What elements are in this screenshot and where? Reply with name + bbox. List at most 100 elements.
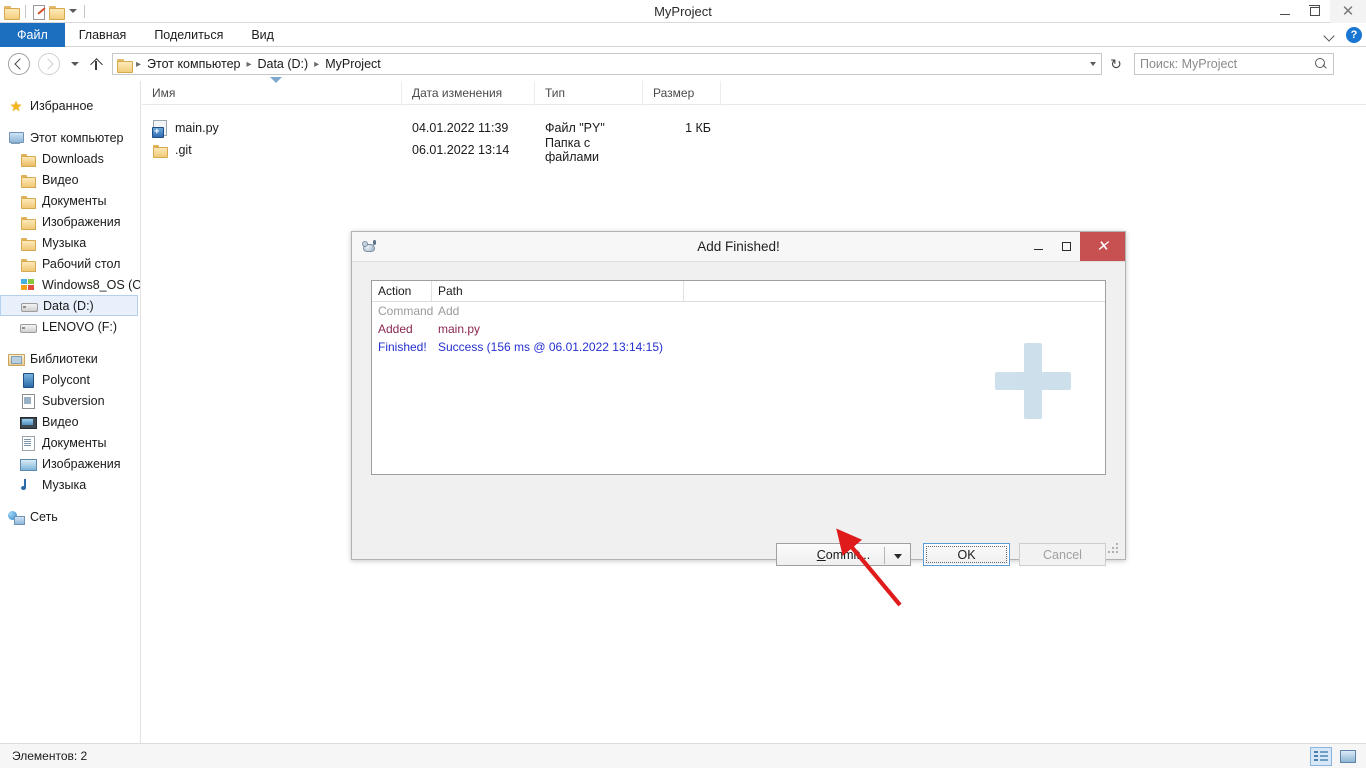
sidebar-item-this-pc[interactable]: Этот компьютер (0, 127, 140, 148)
sidebar-label-documents: Документы (42, 193, 107, 208)
sidebar-label-video: Видео (42, 172, 79, 187)
sidebar-label-data-drive: Data (D:) (43, 298, 94, 313)
column-header-date[interactable]: Дата изменения (402, 80, 535, 105)
desktop-folder-icon (20, 256, 36, 272)
sidebar-item-network[interactable]: Сеть (0, 506, 140, 527)
refresh-button[interactable]: ↻ (1104, 53, 1128, 75)
sidebar-label-subversion: Subversion (42, 393, 105, 408)
ok-button[interactable]: OK (923, 543, 1010, 566)
dialog-titlebar: Add Finished! ✕ (352, 232, 1125, 261)
log-column-path[interactable]: Path (432, 281, 684, 302)
dialog-title: Add Finished! (697, 239, 780, 254)
breadcrumb-item-0[interactable]: Этот компьютер (145, 57, 242, 71)
music-folder-icon (20, 235, 36, 251)
dialog-maximize-button[interactable] (1052, 232, 1080, 261)
back-button[interactable] (8, 53, 30, 75)
sidebar-item-polycont[interactable]: Polycont (0, 369, 140, 390)
log-list-header: Action Path (372, 281, 1105, 302)
log-action-cell: Finished! (378, 340, 427, 354)
log-list[interactable]: Action Path Command Add Added main.py Fi… (371, 280, 1106, 475)
sidebar-item-data-drive[interactable]: Data (D:) (0, 295, 138, 316)
cancel-button[interactable]: Cancel (1019, 543, 1106, 566)
view-details-button[interactable] (1310, 746, 1332, 766)
library-icon (8, 351, 25, 367)
sidebar-item-video[interactable]: Видео (0, 169, 140, 190)
file-date-cell: 06.01.2022 13:14 (412, 143, 510, 157)
window-title: MyProject (654, 4, 712, 19)
chevron-down-icon-commit[interactable] (894, 554, 902, 559)
navigation-pane: ★ Избранное Этот компьютер Downloads Вид… (0, 81, 141, 743)
file-size-cell: 1 КБ (685, 121, 711, 135)
tab-file[interactable]: Файл (0, 23, 65, 47)
sidebar-label-this-pc: Этот компьютер (30, 130, 124, 145)
sidebar-item-libraries[interactable]: Библиотеки (0, 348, 140, 369)
documents-library-icon (20, 435, 36, 451)
window-controls: ✕ (1270, 0, 1366, 23)
log-column-action[interactable]: Action (372, 281, 432, 302)
tab-home[interactable]: Главная (65, 23, 141, 47)
pictures-library-icon (20, 456, 37, 472)
sidebar-item-downloads[interactable]: Downloads (0, 148, 140, 169)
up-button[interactable] (88, 53, 106, 75)
close-button[interactable]: ✕ (1330, 0, 1366, 23)
column-header-size[interactable]: Размер (643, 80, 721, 105)
chevron-down-icon-ribbon[interactable] (1324, 29, 1336, 41)
forward-button[interactable] (38, 53, 60, 75)
minimize-button[interactable] (1270, 0, 1300, 23)
file-name-label: main.py (175, 121, 219, 135)
tab-share[interactable]: Поделиться (140, 23, 237, 47)
breadcrumb-separator-1: ▸ (246, 58, 252, 70)
table-row[interactable]: .git 06.01.2022 13:14 Папка с файлами (142, 136, 1366, 164)
sidebar-item-video-library[interactable]: Видео (0, 411, 140, 432)
video-folder-icon (20, 172, 36, 188)
sidebar-item-desktop[interactable]: Рабочий стол (0, 253, 140, 274)
search-input[interactable]: Поиск: MyProject (1134, 53, 1334, 75)
sidebar-item-pictures[interactable]: Изображения (0, 211, 140, 232)
sidebar-item-documents[interactable]: Документы (0, 190, 140, 211)
breadcrumb-item-1[interactable]: Data (D:) (255, 57, 310, 71)
sidebar-item-favorites[interactable]: ★ Избранное (0, 95, 140, 116)
sidebar-label-libraries: Библиотеки (30, 351, 98, 366)
sidebar-label-favorites: Избранное (30, 98, 94, 113)
view-mode-buttons (1310, 746, 1358, 766)
star-icon: ★ (9, 97, 23, 114)
tab-view[interactable]: Вид (237, 23, 288, 47)
log-column-extra[interactable] (684, 281, 1105, 302)
sidebar-item-documents-library[interactable]: Документы (0, 432, 140, 453)
dialog-minimize-button[interactable] (1024, 232, 1052, 261)
address-bar[interactable]: ▸ Этот компьютер ▸ Data (D:) ▸ MyProject (112, 53, 1102, 75)
table-row[interactable]: + main.py 04.01.2022 11:39 Файл "PY" 1 К… (142, 117, 1366, 139)
nav-gap-1 (0, 116, 140, 127)
column-header-type[interactable]: Тип (535, 80, 643, 105)
file-name-label: .git (175, 143, 192, 157)
search-icon[interactable] (1315, 57, 1328, 71)
sidebar-item-music[interactable]: Музыка (0, 232, 140, 253)
recent-locations-icon[interactable] (67, 53, 83, 75)
view-large-icons-button[interactable] (1336, 747, 1358, 766)
dialog-close-button[interactable]: ✕ (1080, 232, 1125, 261)
explorer-window: MyProject ✕ Файл Главная Поделиться Вид … (0, 0, 1366, 768)
sidebar-label-documents-library: Документы (42, 435, 107, 450)
maximize-button[interactable] (1300, 0, 1330, 23)
sidebar-item-music-library[interactable]: Музыка (0, 474, 140, 495)
sidebar-label-polycont: Polycont (42, 372, 90, 387)
address-folder-icon (117, 58, 133, 73)
sidebar-item-lenovo-drive[interactable]: LENOVO (F:) (0, 316, 140, 337)
video-library-icon (20, 414, 37, 430)
sidebar-label-music-library: Музыка (42, 477, 87, 492)
ribbon-tabbar: Файл Главная Поделиться Вид ? (0, 23, 1366, 47)
downloads-folder-icon (20, 151, 36, 167)
commit-button[interactable]: Commit... (776, 543, 911, 566)
column-header-name[interactable]: Имя (142, 77, 402, 105)
polycont-icon (20, 372, 36, 388)
sidebar-item-windows-drive[interactable]: Windows8_OS (C (0, 274, 140, 295)
help-icon[interactable]: ? (1346, 27, 1362, 43)
sidebar-item-pictures-library[interactable]: Изображения (0, 453, 140, 474)
resize-grip[interactable] (1108, 543, 1120, 555)
sidebar-item-subversion[interactable]: Subversion (0, 390, 140, 411)
address-dropdown-icon[interactable] (1085, 54, 1101, 74)
breadcrumb-item-2[interactable]: MyProject (323, 57, 383, 71)
log-row[interactable]: Command Add (372, 302, 1105, 320)
plus-watermark-icon (995, 343, 1071, 419)
log-row[interactable]: Added main.py (372, 320, 1105, 338)
